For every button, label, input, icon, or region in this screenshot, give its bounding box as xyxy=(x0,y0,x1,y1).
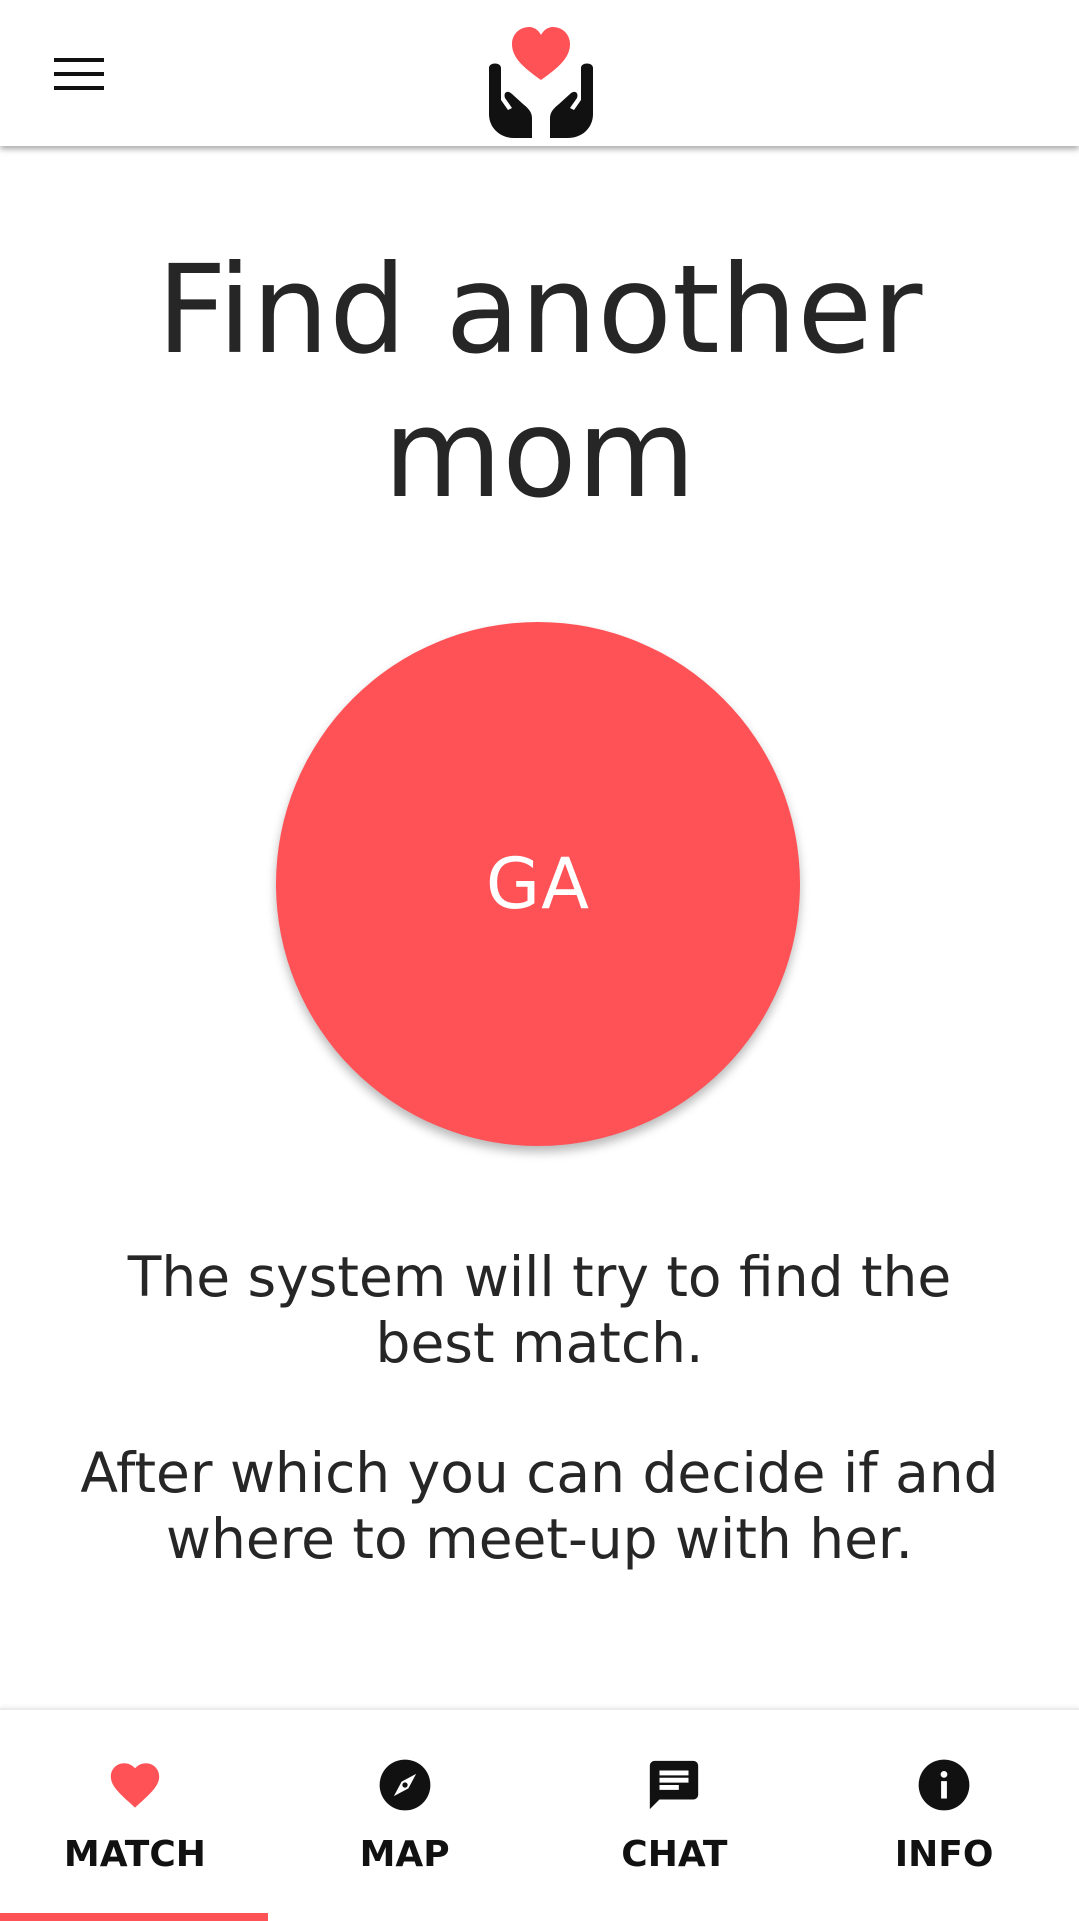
tab-chat[interactable]: CHAT xyxy=(540,1710,810,1921)
bottom-navigation: MATCH MAP CHAT INFO xyxy=(0,1708,1079,1921)
heart-icon xyxy=(110,1763,160,1808)
tab-chat-label: CHAT xyxy=(621,1834,728,1875)
tab-map[interactable]: MAP xyxy=(270,1710,540,1921)
tab-info-label: INFO xyxy=(894,1834,994,1875)
tab-info[interactable]: INFO xyxy=(809,1710,1079,1921)
info-icon xyxy=(918,1759,970,1811)
app-bar xyxy=(0,0,1079,146)
tab-map-label: MAP xyxy=(359,1834,450,1875)
menu-button[interactable] xyxy=(34,36,124,112)
find-match-button[interactable]: GA xyxy=(276,622,800,1146)
description-text-secondary: After which you can decide if and where … xyxy=(80,1441,999,1571)
hamburger-menu-icon xyxy=(54,58,104,90)
hands-holding-heart-icon xyxy=(489,27,593,138)
tab-match-label: MATCH xyxy=(63,1834,206,1875)
match-button-label: GA xyxy=(485,843,591,925)
tab-match[interactable]: MATCH xyxy=(0,1710,270,1921)
description-text: The system will try to find the best mat… xyxy=(127,1245,952,1375)
page-title: Find another mom xyxy=(156,239,923,525)
chat-bubble-icon xyxy=(650,1760,699,1810)
compass-icon xyxy=(379,1759,430,1811)
active-tab-indicator xyxy=(0,1913,268,1921)
